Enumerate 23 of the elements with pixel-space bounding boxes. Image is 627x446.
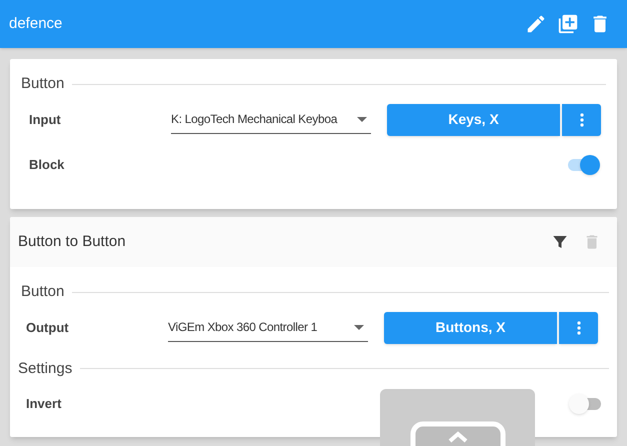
toggle-switch[interactable] [569, 394, 603, 414]
more-vertical-icon [576, 320, 580, 334]
dropdown-arrow-icon [354, 324, 364, 330]
section-legend: Settings [18, 358, 72, 380]
more-button[interactable] [559, 312, 598, 344]
edit-icon[interactable] [525, 13, 547, 35]
more-button[interactable] [562, 104, 601, 136]
row-label: Input [28, 110, 62, 129]
device-dropdown[interactable]: K: LogoTech Mechanical Keyboa [171, 106, 371, 134]
section-legend: Button [21, 281, 64, 304]
more-vertical-icon [580, 112, 584, 126]
row-label: Block [28, 156, 64, 174]
window-title: defence [9, 14, 64, 34]
row-label: Invert [25, 395, 62, 414]
row-label: Output [25, 318, 70, 337]
dropdown-arrow-icon [357, 116, 367, 122]
section-legend: Button [21, 73, 64, 96]
device-dropdown[interactable]: ViGEm Xbox 360 Controller 1 [168, 314, 368, 342]
add-copy-icon[interactable] [557, 13, 579, 35]
filter-icon[interactable] [551, 233, 569, 251]
toggle-switch[interactable] [566, 154, 600, 174]
key-icon [410, 421, 506, 446]
card-title: Button to Button [18, 232, 127, 252]
